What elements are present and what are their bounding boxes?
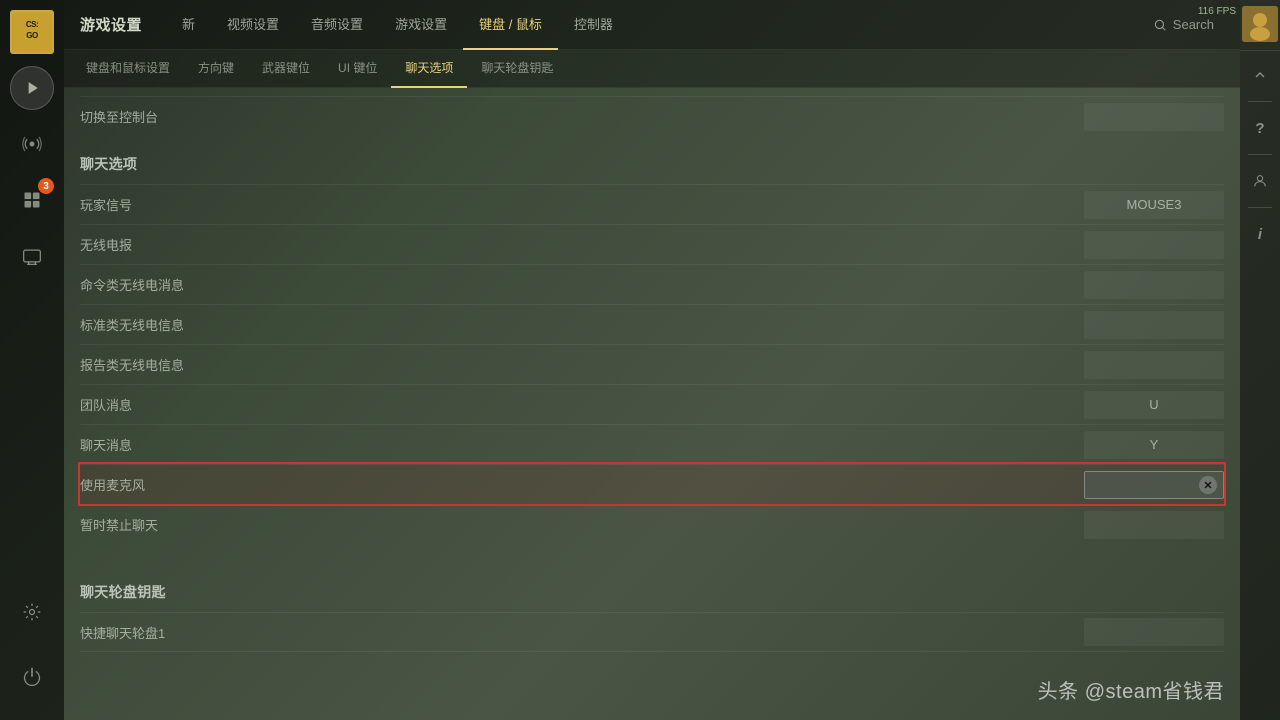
user-icon[interactable] <box>1246 167 1274 195</box>
left-sidebar: CS: GO 3 <box>0 0 64 720</box>
subtab-weapon[interactable]: 武器键位 <box>248 50 324 88</box>
tab-audio[interactable]: 音频设置 <box>295 0 379 50</box>
clear-microphone-button[interactable] <box>1199 476 1217 494</box>
standard-radio-label: 标准类无线电信息 <box>80 315 1084 334</box>
fps-counter: 116 FPS <box>1198 6 1236 17</box>
setting-row-report-radio: 报告类无线电信息 <box>80 344 1224 384</box>
microphone-input[interactable] <box>1084 471 1224 499</box>
tv-button[interactable] <box>10 234 54 278</box>
mute-chat-label: 暂时禁止聊天 <box>80 515 1084 534</box>
setting-row-quick-chat1: 快捷聊天轮盘1 <box>80 612 1224 652</box>
settings-section-main: 切换至控制台 聊天选项 玩家信号 MOUSE3 无线电报 命令类无线电消息 <box>64 96 1240 652</box>
quick-chat1-value[interactable] <box>1084 618 1224 646</box>
setting-row-chat-msg: 聊天消息 Y <box>80 424 1224 464</box>
user-avatar[interactable] <box>1242 6 1278 42</box>
right-sidebar: ? i <box>1240 0 1280 720</box>
quick-chat1-label: 快捷聊天轮盘1 <box>80 623 1084 642</box>
setting-row-player-signal: 玩家信号 MOUSE3 <box>80 184 1224 224</box>
tab-new[interactable]: 新 <box>166 0 211 50</box>
svg-text:GO: GO <box>26 31 38 40</box>
microphone-label: 使用麦克风 <box>80 475 1084 494</box>
settings-button[interactable] <box>10 590 54 634</box>
report-radio-label: 报告类无线电信息 <box>80 355 1084 374</box>
subtab-chat[interactable]: 聊天选项 <box>391 50 467 88</box>
team-msg-value[interactable]: U <box>1084 391 1224 419</box>
command-radio-value[interactable] <box>1084 271 1224 299</box>
mute-chat-value[interactable] <box>1084 511 1224 539</box>
report-radio-value[interactable] <box>1084 351 1224 379</box>
search-label: Search <box>1173 17 1214 32</box>
main-content: 游戏设置 新 视频设置 音频设置 游戏设置 键盘 / 鼠标 控制器 Search… <box>64 0 1240 720</box>
console-label: 切换至控制台 <box>80 107 1084 126</box>
player-signal-label: 玩家信号 <box>80 195 1084 214</box>
svg-text:CS:: CS: <box>26 20 38 29</box>
command-radio-label: 命令类无线电消息 <box>80 275 1084 294</box>
console-value[interactable] <box>1084 103 1224 131</box>
tab-controller[interactable]: 控制器 <box>558 0 629 50</box>
signal-button[interactable] <box>10 122 54 166</box>
chat-section-header: 聊天选项 <box>80 136 1224 184</box>
subtab-keyboard[interactable]: 键盘和鼠标设置 <box>72 50 184 88</box>
notifications-button[interactable]: 3 <box>10 178 54 222</box>
question-icon[interactable]: ? <box>1246 114 1274 142</box>
play-button[interactable] <box>10 66 54 110</box>
info-icon[interactable]: i <box>1246 220 1274 248</box>
setting-row-standard-radio: 标准类无线电信息 <box>80 304 1224 344</box>
tab-keybind[interactable]: 键盘 / 鼠标 <box>463 0 558 50</box>
setting-row-team-msg: 团队消息 U <box>80 384 1224 424</box>
subtab-chatwheel[interactable]: 聊天轮盘钥匙 <box>467 50 567 88</box>
search-icon <box>1153 18 1167 32</box>
watermark: 头条 @steam省钱君 <box>1038 675 1224 704</box>
power-button[interactable] <box>10 654 54 698</box>
app-logo[interactable]: CS: GO <box>8 8 56 56</box>
csgo-logo-text: CS: GO <box>10 10 54 54</box>
sub-navigation: 键盘和鼠标设置 方向键 武器键位 UI 键位 聊天选项 聊天轮盘钥匙 <box>64 50 1240 88</box>
tab-video[interactable]: 视频设置 <box>211 0 295 50</box>
chatwheel-section-header: 聊天轮盘钥匙 <box>80 564 1224 612</box>
console-row: 切换至控制台 <box>80 96 1224 136</box>
page-title: 游戏设置 <box>80 14 142 35</box>
chat-msg-label: 聊天消息 <box>80 435 1084 454</box>
player-signal-value[interactable]: MOUSE3 <box>1084 191 1224 219</box>
standard-radio-value[interactable] <box>1084 311 1224 339</box>
notification-badge: 3 <box>38 178 54 194</box>
setting-row-radio: 无线电报 <box>80 224 1224 264</box>
subtab-direction[interactable]: 方向键 <box>184 50 248 88</box>
setting-row-mute-chat: 暂时禁止聊天 <box>80 504 1224 544</box>
top-navigation: 游戏设置 新 视频设置 音频设置 游戏设置 键盘 / 鼠标 控制器 Search <box>64 0 1240 50</box>
setting-row-microphone: 使用麦克风 <box>80 464 1224 504</box>
subtab-ui[interactable]: UI 键位 <box>324 50 391 88</box>
radio-label: 无线电报 <box>80 235 1084 254</box>
radio-value[interactable] <box>1084 231 1224 259</box>
setting-row-command-radio: 命令类无线电消息 <box>80 264 1224 304</box>
tab-game[interactable]: 游戏设置 <box>379 0 463 50</box>
chat-msg-value[interactable]: Y <box>1084 431 1224 459</box>
up-arrow-icon[interactable] <box>1246 61 1274 89</box>
team-msg-label: 团队消息 <box>80 395 1084 414</box>
settings-content: 切换至控制台 聊天选项 玩家信号 MOUSE3 无线电报 命令类无线电消息 <box>64 88 1240 720</box>
